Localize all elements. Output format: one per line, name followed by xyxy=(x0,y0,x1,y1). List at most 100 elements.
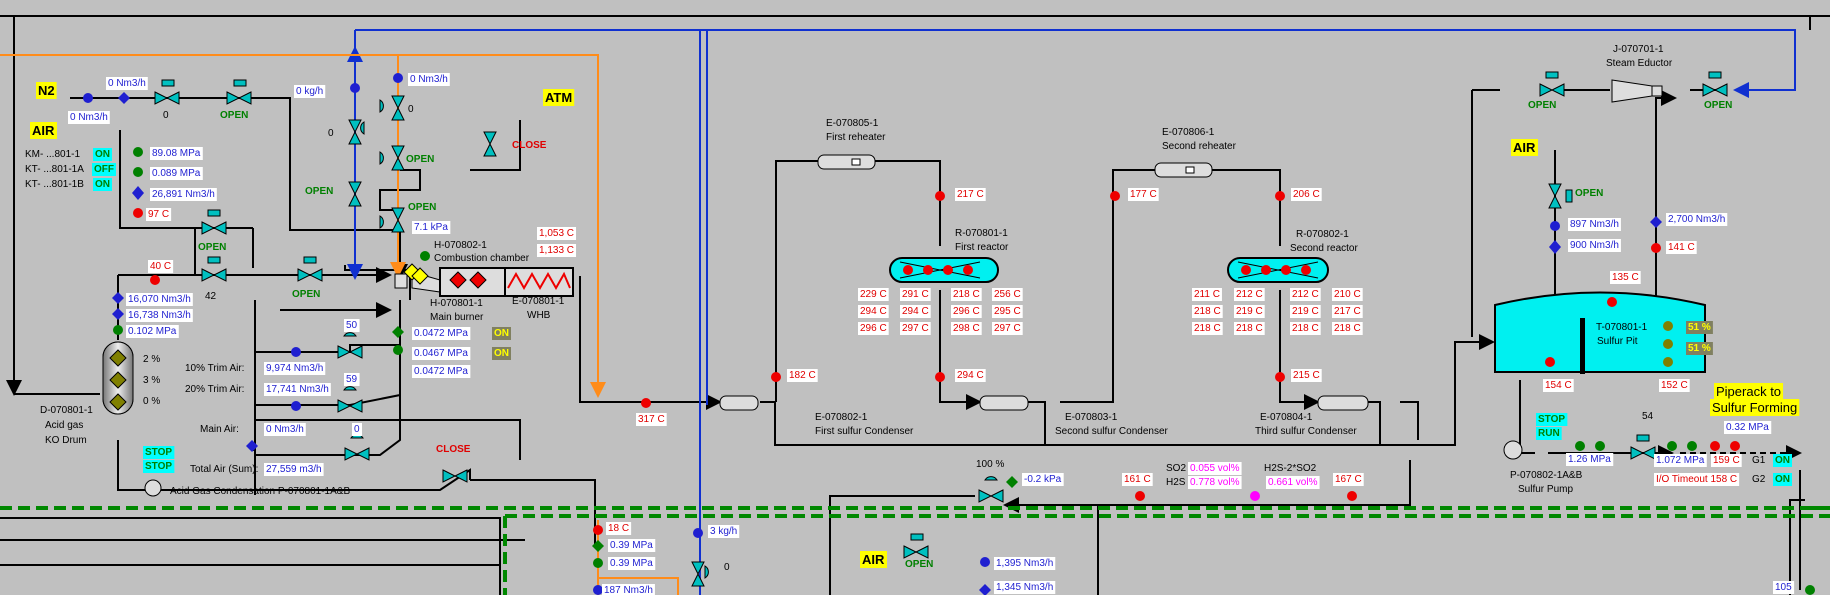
text-v0d: 0 xyxy=(354,424,360,435)
text-drum3: KO Drum xyxy=(45,435,87,446)
text-mpa1: 89.08 MPa xyxy=(152,148,201,159)
text-t154: 154 C xyxy=(1545,380,1572,391)
main-burner xyxy=(394,263,441,293)
label-p0: 0 % xyxy=(143,396,160,407)
text-mpa032: 0.32 MPa xyxy=(1726,422,1769,433)
text-n2flow2: 0 Nm3/h xyxy=(70,112,108,123)
text-mainairv: 0 Nm3/h xyxy=(266,424,304,435)
label-ej: J-070701-1 xyxy=(1613,44,1664,55)
text-so2v: 0.055 vol% xyxy=(1190,463,1240,474)
label-on2[interactable]: ON xyxy=(93,178,112,191)
text-t167: 167 C xyxy=(1335,474,1362,485)
text-r2a: 211 C xyxy=(1194,289,1220,300)
text-mainair: Main Air: xyxy=(200,424,239,435)
text-mpa1072: 1.072 MPa xyxy=(1656,455,1705,466)
text-on3: ON xyxy=(494,328,509,339)
label-off1[interactable]: OFF xyxy=(92,163,116,176)
label-kt2: KT- ...801-1B xyxy=(25,179,84,190)
label-stop2[interactable]: STOP xyxy=(143,460,175,473)
label-l51a[interactable]: 51 % xyxy=(1686,321,1713,334)
label-v54: 54 xyxy=(1642,411,1654,422)
first-reactor xyxy=(889,257,999,283)
label-v0e: 0 xyxy=(724,562,730,573)
text-v50: 50 xyxy=(346,320,358,331)
label-c2n: Second sulfur Condenser xyxy=(1055,426,1169,437)
label-r2l: 218 C xyxy=(1332,322,1363,335)
text-r1l: 297 C xyxy=(994,323,1021,334)
label-r1j: 256 C xyxy=(992,288,1023,301)
label-on1[interactable]: ON xyxy=(93,148,112,161)
text-r1d: 291 C xyxy=(902,289,929,300)
label-stop3[interactable]: STOP xyxy=(1536,413,1568,426)
text-open2: OPEN xyxy=(406,154,434,165)
text-kpa71: 7.1 kPa xyxy=(414,222,448,233)
text-t317: 317 C xyxy=(638,414,665,425)
label-pipe1: Piperack to xyxy=(1714,383,1784,400)
label-on6[interactable]: ON xyxy=(1773,473,1792,486)
text-l51b: 51 % xyxy=(1688,343,1711,354)
label-f1345: 1,345 Nm3/h xyxy=(994,581,1056,594)
text-kt1: KT- ...801-1A xyxy=(25,164,84,175)
label-t177: 177 C xyxy=(1128,188,1159,201)
label-on3[interactable]: ON xyxy=(492,327,511,340)
text-v0e: 0 xyxy=(724,562,730,573)
label-p2: 2 % xyxy=(143,354,160,365)
text-r1c: 296 C xyxy=(860,323,887,334)
label-r2a: 211 C xyxy=(1192,288,1222,301)
label-open5[interactable]: OPEN xyxy=(198,242,226,253)
label-r1f: 297 C xyxy=(900,322,931,335)
text-pf1: 897 Nm3/h xyxy=(1570,219,1619,230)
label-r2b: 218 C xyxy=(1192,305,1223,318)
label-close1[interactable]: CLOSE xyxy=(512,140,547,151)
label-mpa039b: 0.39 MPa xyxy=(608,557,656,570)
label-ratio: H2S-2*SO2 xyxy=(1264,463,1317,474)
label-totair: Total Air (Sum): xyxy=(190,464,258,475)
label-open2[interactable]: OPEN xyxy=(406,154,434,165)
label-open3[interactable]: OPEN xyxy=(305,186,333,197)
label-open10[interactable]: OPEN xyxy=(905,559,933,570)
label-on4[interactable]: ON xyxy=(492,347,511,360)
label-r1d: 291 C xyxy=(900,288,931,301)
label-open1[interactable]: OPEN xyxy=(220,110,248,121)
text-ratio: H2S-2*SO2 xyxy=(1264,463,1317,474)
label-hmbn: Main burner xyxy=(430,312,484,323)
label-drum3: KO Drum xyxy=(45,435,87,446)
label-airflow: 26,891 Nm3/h xyxy=(150,188,217,201)
text-r2k: 217 C xyxy=(1334,306,1361,317)
label-close2[interactable]: CLOSE xyxy=(436,444,471,455)
label-agp: 0.102 MPa xyxy=(126,325,179,338)
label-open8[interactable]: OPEN xyxy=(1704,100,1732,111)
label-atm: ATM xyxy=(543,89,575,106)
label-t317: 317 C xyxy=(636,413,667,426)
text-stop2: STOP xyxy=(145,461,172,472)
text-f1345: 1,345 Nm3/h xyxy=(996,582,1053,593)
text-t1133: 1,133 C xyxy=(539,245,574,256)
label-run[interactable]: RUN xyxy=(1536,427,1562,440)
label-pitn: Sulfur Pit xyxy=(1597,336,1638,347)
label-r1: R-070801-1 xyxy=(955,228,1008,239)
label-open4[interactable]: OPEN xyxy=(408,202,436,213)
label-stop1[interactable]: STOP xyxy=(143,446,175,459)
label-t182: 182 C xyxy=(787,369,818,382)
label-open7[interactable]: OPEN xyxy=(1528,100,1556,111)
text-h2s: H2S xyxy=(1166,477,1186,488)
text-stop1: STOP xyxy=(145,447,172,458)
label-t154: 154 C xyxy=(1543,379,1574,392)
label-bp1: 0.0472 MPa xyxy=(412,327,471,340)
label-r1a: 229 C xyxy=(858,288,889,301)
text-kgh3: 3 kg/h xyxy=(710,526,737,537)
label-t40: 40 C xyxy=(148,260,174,273)
text-p0: 0 % xyxy=(143,396,160,407)
label-ag1: 16,070 Nm3/h xyxy=(126,293,193,306)
label-open6[interactable]: OPEN xyxy=(292,289,320,300)
text-so2: SO2 xyxy=(1166,463,1186,474)
label-open9[interactable]: OPEN xyxy=(1575,188,1603,199)
label-l51b[interactable]: 51 % xyxy=(1686,342,1713,355)
text-on2: ON xyxy=(95,179,110,190)
label-on5[interactable]: ON xyxy=(1773,454,1792,467)
eductor-icon xyxy=(1611,79,1663,103)
text-c2: E-070803-1 xyxy=(1065,412,1118,423)
label-whb: E-070801-1 xyxy=(512,296,565,307)
label-h2sv: 0.778 vol% xyxy=(1188,476,1242,489)
text-t294: 294 C xyxy=(957,370,984,381)
